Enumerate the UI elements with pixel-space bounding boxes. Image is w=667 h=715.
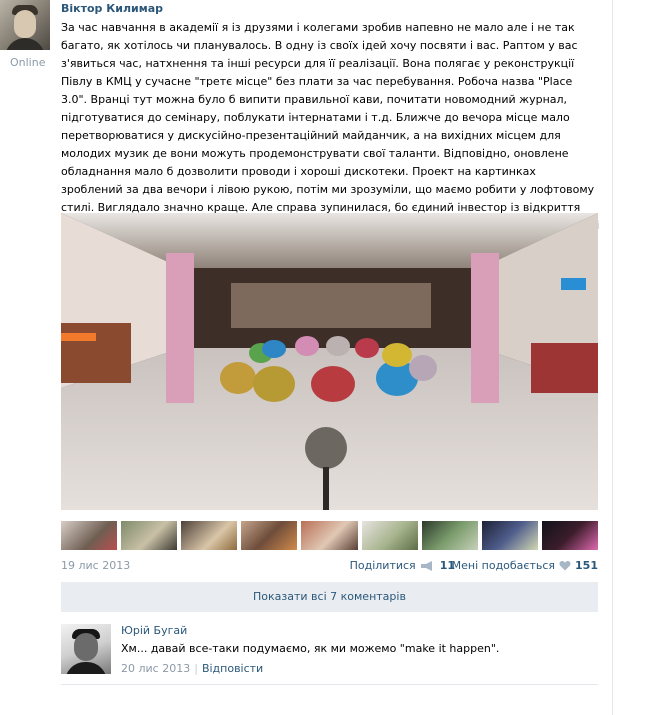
heart-icon xyxy=(559,561,571,571)
show-comments-button[interactable]: Показати всі 7 коментарів xyxy=(61,582,598,612)
share-control[interactable]: Поділитися 11 xyxy=(350,559,455,572)
photo-thumbnail[interactable] xyxy=(61,521,118,550)
online-status: Online xyxy=(10,56,46,69)
photo-thumbnail[interactable] xyxy=(421,521,478,550)
reply-link[interactable]: Відповісти xyxy=(202,662,263,675)
photo-thumbnails xyxy=(61,521,598,550)
photo-thumbnail[interactable] xyxy=(541,521,598,550)
post-author-link[interactable]: Віктор Килимар xyxy=(61,2,163,15)
comment-date[interactable]: 20 лис 2013 xyxy=(121,662,190,675)
photo-thumbnail[interactable] xyxy=(481,521,538,550)
photo-thumbnail[interactable] xyxy=(301,521,358,550)
avatar-body xyxy=(65,662,107,674)
avatar-body xyxy=(5,38,45,50)
photo-thumbnail[interactable] xyxy=(361,521,418,550)
comment-text: Хм... давай все-таки подумаємо, як ми мо… xyxy=(121,642,500,655)
main-photo[interactable] xyxy=(61,213,598,510)
comment-meta: 20 лис 2013 | Відповісти xyxy=(121,662,263,675)
photo-thumbnail[interactable] xyxy=(241,521,298,550)
author-avatar[interactable] xyxy=(0,0,50,50)
like-control[interactable]: Мені подобається 151 xyxy=(452,559,598,572)
like-count: 151 xyxy=(575,559,598,572)
post-footer: 19 лис 2013 Поділитися 11 Мені подобаєть… xyxy=(61,559,598,573)
avatar-face xyxy=(74,633,98,661)
comment-divider xyxy=(61,684,598,685)
megaphone-icon xyxy=(420,560,432,571)
meta-separator: | xyxy=(194,662,198,675)
comment-author-link[interactable]: Юрій Бугай xyxy=(121,624,187,637)
page-divider xyxy=(612,0,613,715)
post-date[interactable]: 19 лис 2013 xyxy=(61,559,130,572)
like-label[interactable]: Мені подобається xyxy=(452,559,555,572)
share-label[interactable]: Поділитися xyxy=(350,559,416,572)
commenter-avatar[interactable] xyxy=(61,624,111,674)
lounge-render-image xyxy=(61,213,598,510)
photo-thumbnail[interactable] xyxy=(181,521,238,550)
avatar-face xyxy=(14,10,36,38)
photo-thumbnail[interactable] xyxy=(121,521,178,550)
